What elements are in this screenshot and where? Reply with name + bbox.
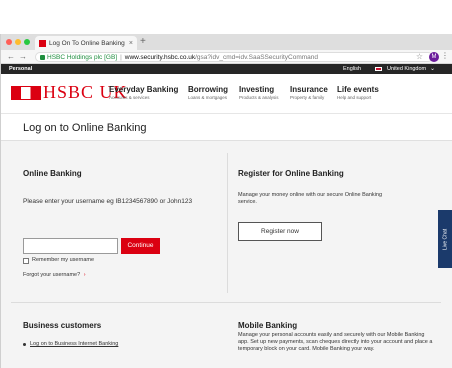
maximize-window-button[interactable]: [24, 39, 30, 45]
uk-flag-icon: [375, 67, 382, 71]
url-host: www.security.hsbc.co.uk: [124, 53, 196, 61]
browser-window: Log On To Online Banking × + ← → HSBC Ho…: [0, 34, 452, 368]
chevron-right-icon: ›: [83, 272, 86, 278]
browser-toolbar: ← → HSBC Holdings plc [GB] | www.securit…: [1, 50, 452, 64]
page-heading-bar: Log on to Online Banking: [1, 114, 452, 141]
nav-subtitle: Property & family: [290, 95, 325, 100]
content-area: Online Banking Please enter your usernam…: [1, 141, 452, 368]
register-text: Manage your money online with our secure…: [238, 192, 382, 205]
browser-menu-icon[interactable]: ⋮: [441, 51, 449, 60]
address-bar[interactable]: HSBC Holdings plc [GB] | www.security.hs…: [35, 52, 433, 62]
nav-subtitle: Loans & mortgages: [188, 95, 228, 100]
personal-link[interactable]: Personal: [9, 66, 32, 72]
page-title: Log on to Online Banking: [23, 122, 147, 134]
forgot-username-label: Forgot your username?: [23, 272, 81, 278]
bullet-icon: [23, 342, 26, 346]
nav-subtitle: Accounts & services: [109, 95, 150, 100]
main-navigation: HSBC UK Everyday Banking Accounts & serv…: [1, 74, 452, 114]
mobile-banking-heading: Mobile Banking: [238, 321, 298, 330]
nav-borrowing[interactable]: Borrowing Loans & mortgages: [188, 85, 228, 100]
close-window-button[interactable]: [6, 39, 12, 45]
forgot-username-link[interactable]: Forgot your username? ›: [23, 272, 86, 278]
minimize-window-button[interactable]: [15, 39, 21, 45]
username-input[interactable]: [23, 238, 118, 254]
business-banking-link[interactable]: Log on to Business Internet Banking: [23, 341, 118, 347]
register-now-button[interactable]: Register now: [238, 222, 322, 241]
live-chat-tab[interactable]: Live Chat: [438, 210, 452, 268]
register-heading: Register for Online Banking: [238, 169, 344, 178]
remember-username-row[interactable]: Remember my username: [23, 257, 94, 264]
section-divider: [11, 302, 441, 303]
nav-everyday-banking[interactable]: Everyday Banking Accounts & services: [109, 85, 178, 100]
nav-insurance[interactable]: Insurance Property & family: [290, 85, 328, 100]
url-separator: |: [120, 53, 122, 61]
nav-subtitle: Products & analysis: [239, 95, 279, 100]
tab-strip: Log On To Online Banking × +: [1, 34, 452, 50]
new-tab-button[interactable]: +: [140, 36, 146, 48]
continue-button[interactable]: Continue: [121, 238, 160, 254]
column-divider: [227, 153, 228, 293]
hsbc-hexagon-icon: [11, 85, 41, 100]
remember-label: Remember my username: [32, 257, 95, 263]
remember-checkbox[interactable]: [23, 257, 29, 264]
tab-close-icon[interactable]: ×: [129, 40, 133, 47]
lock-icon: [40, 54, 45, 60]
url-path: /gsa?idv_cmd=idv.SaaSSecurityCommand: [195, 53, 319, 61]
tab-title: Log On To Online Banking: [49, 39, 125, 47]
mobile-banking-text: Manage your personal accounts easily and…: [238, 332, 433, 352]
nav-title: Life events: [337, 85, 379, 94]
profile-avatar[interactable]: M: [429, 52, 439, 62]
language-selector[interactable]: English: [343, 66, 361, 72]
country-selector[interactable]: United Kingdom: [387, 66, 426, 72]
window-controls: [6, 39, 30, 45]
business-link-text: Log on to Business Internet Banking: [30, 341, 119, 347]
online-banking-heading: Online Banking: [23, 169, 82, 178]
nav-title: Everyday Banking: [109, 85, 179, 94]
bookmark-star-icon[interactable]: ☆: [416, 52, 423, 61]
hsbc-favicon-icon: [39, 39, 46, 47]
secure-org-label: HSBC Holdings plc [GB]: [47, 53, 118, 61]
username-instruction: Please enter your username eg IB12345678…: [23, 198, 193, 205]
hsbc-top-bar: Personal English United Kingdom ⌄: [1, 64, 452, 74]
nav-subtitle: Help and support: [337, 95, 372, 100]
nav-investing[interactable]: Investing Products & analysis: [239, 85, 279, 100]
nav-title: Borrowing: [188, 85, 228, 94]
business-customers-heading: Business customers: [23, 321, 102, 330]
nav-title: Insurance: [290, 85, 328, 94]
forward-button[interactable]: →: [19, 51, 27, 62]
nav-life-events[interactable]: Life events Help and support: [337, 85, 379, 100]
browser-tab-active[interactable]: Log On To Online Banking ×: [35, 36, 137, 50]
chevron-down-icon[interactable]: ⌄: [430, 65, 435, 72]
back-button[interactable]: ←: [7, 51, 15, 62]
nav-title: Investing: [239, 85, 275, 94]
